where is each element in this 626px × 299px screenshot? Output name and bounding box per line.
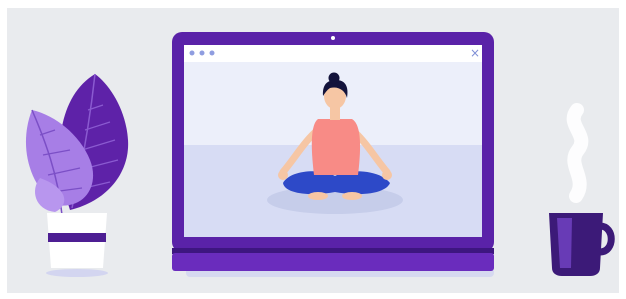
plant-icon <box>25 73 129 277</box>
person-hand-left <box>278 170 288 180</box>
illustration-svg <box>25 32 615 277</box>
window-dot-3 <box>209 50 215 56</box>
window-close-icon[interactable]: × <box>468 46 482 60</box>
laptop-camera <box>331 36 335 40</box>
person-hair-bun <box>328 72 340 84</box>
illustration-stage: × <box>0 0 626 299</box>
mug-body <box>549 213 603 276</box>
steam-icon <box>566 103 589 203</box>
pot-shadow <box>46 269 108 277</box>
person-foot-left <box>308 192 328 200</box>
pot-band <box>48 233 106 242</box>
window-dot-2 <box>199 50 205 56</box>
window-dot-1 <box>189 50 195 56</box>
coffee-mug-icon <box>549 103 615 276</box>
person-hand-right <box>382 170 392 180</box>
laptop-base <box>172 253 494 271</box>
window-titlebar <box>184 45 482 62</box>
person-foot-right <box>342 192 362 200</box>
person-shirt <box>311 119 361 175</box>
